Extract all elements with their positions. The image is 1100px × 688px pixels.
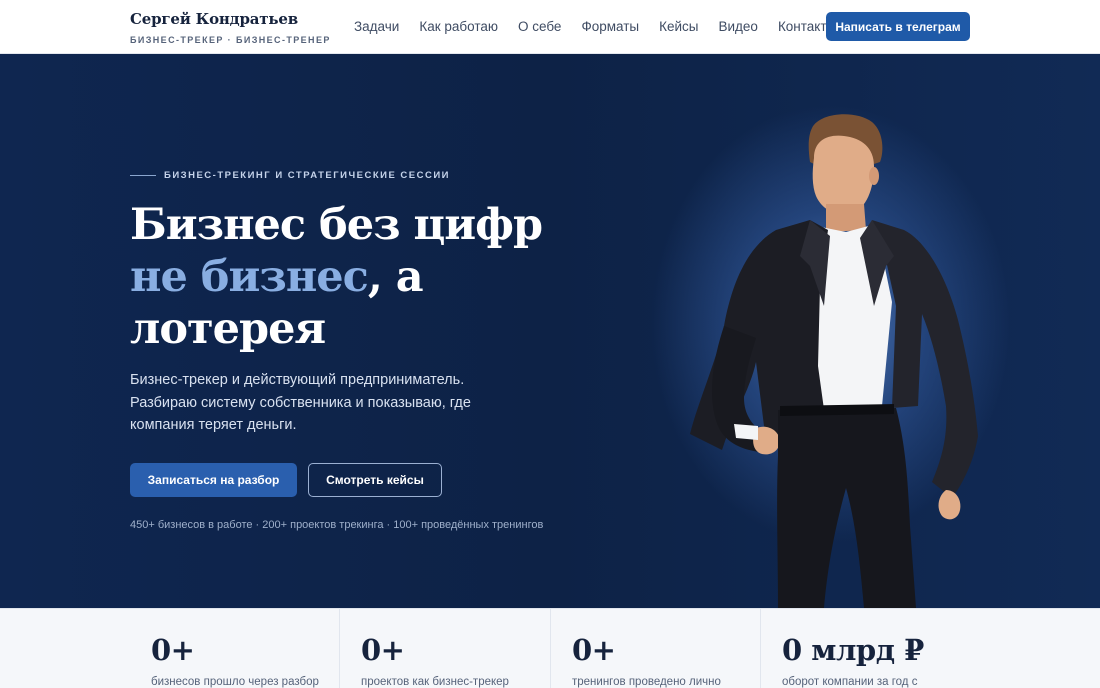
nav-item-formats[interactable]: Форматы <box>581 19 639 35</box>
view-cases-button[interactable]: Смотреть кейсы <box>308 463 442 497</box>
stat-label: проектов как бизнес-трекер <box>361 676 509 688</box>
stat-value: 0 млрд ₽ <box>782 633 924 667</box>
nav-item-about[interactable]: О себе <box>518 19 561 35</box>
brand-name: Сергей Кондратьев <box>130 10 298 28</box>
portrait-image <box>690 114 978 608</box>
stat-trainings: 0+ тренингов проведено лично <box>551 609 761 688</box>
stat-label: оборот компании за год с <box>782 676 918 688</box>
brand-subtitle: БИЗНЕС-ТРЕКЕР · БИЗНЕС-ТРЕНЕР <box>130 35 331 45</box>
hero-headline: Бизнес без цифр не бизнес, а лотерея <box>130 199 550 355</box>
nav-item-video[interactable]: Видео <box>718 19 757 35</box>
main-nav: Задачи Как работаю О себе Форматы Кейсы … <box>354 19 836 35</box>
headline-line-2-rest: , а <box>367 252 424 302</box>
headline-line-3: лотерея <box>130 304 326 354</box>
stat-value: 0+ <box>151 633 195 667</box>
stat-tracking-projects: 0+ проектов как бизнес-трекер <box>340 609 551 688</box>
nav-item-how-i-work[interactable]: Как работаю <box>419 19 498 35</box>
telegram-cta-button[interactable]: Написать в телеграм <box>826 12 970 41</box>
nav-item-cases[interactable]: Кейсы <box>659 19 698 35</box>
stat-label: тренингов проведено лично <box>572 676 721 688</box>
stat-businesses: 0+ бизнесов прошло через разбор <box>130 609 340 688</box>
headline-line-1: Бизнес без цифр <box>130 200 543 250</box>
eyebrow-divider <box>130 175 156 176</box>
nav-item-tasks[interactable]: Задачи <box>354 19 399 35</box>
stat-value: 0+ <box>361 633 405 667</box>
stats-strip: 0+ бизнесов прошло через разбор 0+ проек… <box>0 608 1100 688</box>
hero-eyebrow: БИЗНЕС-ТРЕКИНГ И СТРАТЕГИЧЕСКИЕ СЕССИИ <box>130 170 450 181</box>
stat-value: 0+ <box>572 633 616 667</box>
hero-stats-line: 450+ бизнесов в работе · 200+ проектов т… <box>130 519 544 531</box>
stat-label: бизнесов прошло через разбор <box>151 676 319 688</box>
hero-lead: Бизнес-трекер и действующий предпринимат… <box>130 372 471 433</box>
hero-section: БИЗНЕС-ТРЕКИНГ И СТРАТЕГИЧЕСКИЕ СЕССИИ Б… <box>0 54 1100 608</box>
site-header: Сергей Кондратьев БИЗНЕС-ТРЕКЕР · БИЗНЕС… <box>0 0 1100 54</box>
brand-logo[interactable]: Сергей Кондратьев БИЗНЕС-ТРЕКЕР · БИЗНЕС… <box>130 9 331 46</box>
book-review-button[interactable]: Записаться на разбор <box>130 463 297 497</box>
eyebrow-text: БИЗНЕС-ТРЕКИНГ И СТРАТЕГИЧЕСКИЕ СЕССИИ <box>164 170 451 181</box>
headline-accent: не бизнес <box>130 252 369 302</box>
stat-turnover: 0 млрд ₽ оборот компании за год с <box>761 609 971 688</box>
